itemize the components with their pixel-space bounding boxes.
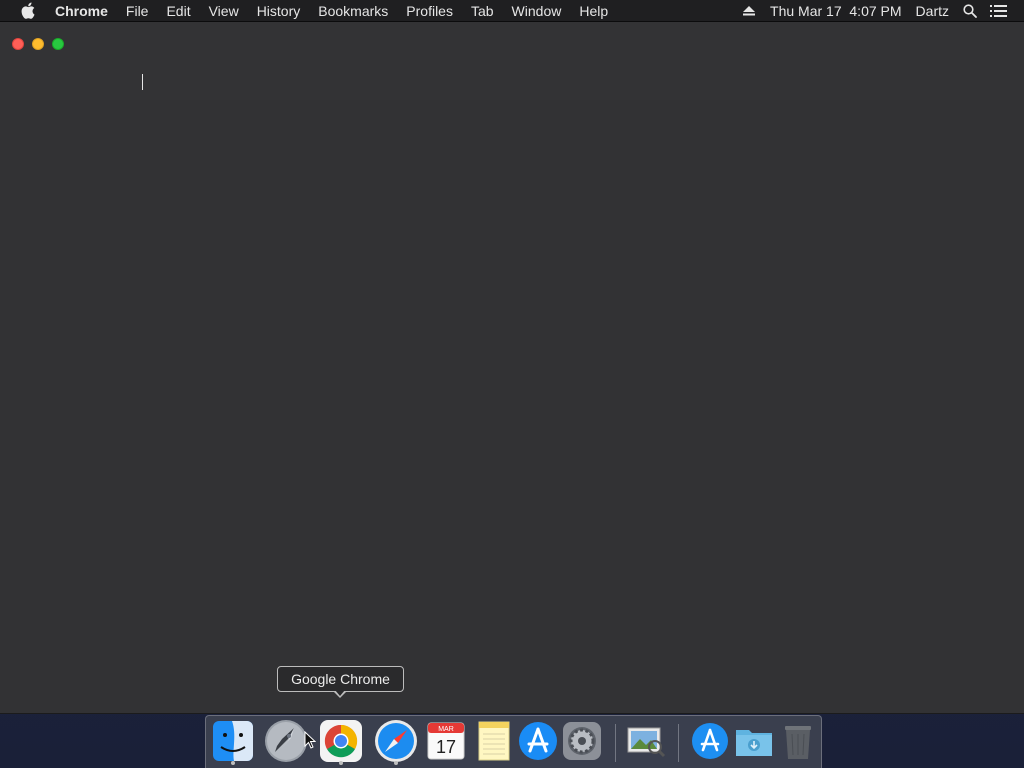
dock-applications-folder[interactable] bbox=[687, 718, 733, 764]
text-cursor bbox=[142, 74, 143, 90]
safari-running-indicator bbox=[394, 761, 398, 765]
dock-trash[interactable] bbox=[775, 718, 821, 764]
dock-tooltip-arrow-fill bbox=[335, 690, 345, 696]
dock: MAR 17 bbox=[205, 715, 822, 768]
minimize-window-button[interactable] bbox=[32, 38, 44, 50]
preview-icon bbox=[627, 727, 666, 758]
notes-icon bbox=[478, 721, 510, 761]
finder-icon bbox=[213, 721, 253, 761]
chrome-window bbox=[0, 22, 1024, 714]
dock-safari[interactable] bbox=[373, 718, 419, 765]
menu-history[interactable]: History bbox=[248, 0, 310, 22]
downloads-folder-icon bbox=[736, 730, 772, 756]
clock[interactable]: Thu Mar 17 4:07 PM bbox=[763, 0, 909, 22]
dock-separator bbox=[615, 724, 616, 762]
dock-finder[interactable] bbox=[210, 718, 256, 765]
user-name[interactable]: Dartz bbox=[909, 0, 956, 22]
menu-tab[interactable]: Tab bbox=[462, 0, 503, 22]
dock-notes[interactable] bbox=[471, 718, 517, 764]
dock-downloads-folder[interactable] bbox=[731, 718, 777, 764]
mouse-pointer-icon bbox=[304, 731, 316, 749]
calendar-icon: MAR 17 bbox=[427, 722, 465, 760]
close-window-button[interactable] bbox=[12, 38, 24, 50]
launchpad-rocket-icon bbox=[265, 720, 307, 762]
calendar-day: 17 bbox=[436, 737, 456, 757]
dock-separator bbox=[678, 724, 679, 762]
menu-view[interactable]: View bbox=[200, 0, 248, 22]
trash-icon bbox=[785, 726, 811, 759]
eject-icon[interactable] bbox=[735, 0, 763, 22]
window-controls bbox=[12, 38, 64, 50]
dock-system-preferences[interactable] bbox=[559, 718, 605, 764]
applications-folder-icon bbox=[692, 723, 728, 759]
fullscreen-window-button[interactable] bbox=[52, 38, 64, 50]
spotlight-search-icon[interactable] bbox=[956, 0, 984, 22]
safari-compass-icon bbox=[375, 720, 417, 762]
dock-tooltip: Google Chrome bbox=[277, 666, 404, 692]
menu-bar: Chrome File Edit View History Bookmarks … bbox=[0, 0, 1024, 22]
dock-launchpad[interactable] bbox=[263, 718, 309, 764]
menu-bookmarks[interactable]: Bookmarks bbox=[309, 0, 397, 22]
notification-center-icon[interactable] bbox=[984, 0, 1012, 22]
window-titlebar[interactable] bbox=[0, 22, 1024, 100]
finder-running-indicator bbox=[231, 761, 235, 765]
dock-app-store[interactable] bbox=[515, 718, 561, 764]
dock-preview[interactable] bbox=[623, 718, 669, 764]
menu-file[interactable]: File bbox=[117, 0, 158, 22]
menu-profiles[interactable]: Profiles bbox=[397, 0, 462, 22]
chrome-icon bbox=[320, 720, 362, 762]
menu-edit[interactable]: Edit bbox=[157, 0, 199, 22]
chrome-running-indicator bbox=[339, 761, 343, 765]
menu-app-name[interactable]: Chrome bbox=[46, 0, 117, 22]
menu-window[interactable]: Window bbox=[503, 0, 571, 22]
calendar-month: MAR bbox=[438, 726, 454, 733]
apple-menu-icon[interactable] bbox=[18, 1, 38, 21]
dock-google-chrome[interactable] bbox=[318, 718, 364, 765]
gear-icon bbox=[563, 722, 601, 760]
dock-calendar[interactable]: MAR 17 bbox=[423, 718, 469, 764]
app-store-icon bbox=[519, 722, 557, 760]
menu-help[interactable]: Help bbox=[570, 0, 617, 22]
